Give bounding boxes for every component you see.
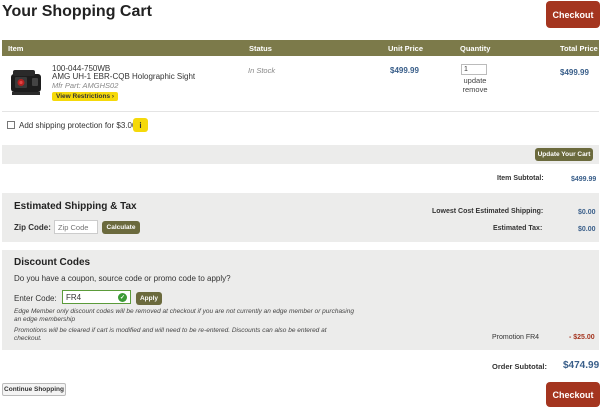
- estimated-tax-label: Estimated Tax:: [493, 225, 542, 232]
- item-subtotal-label: Item Subtotal:: [497, 175, 544, 182]
- update-cart-band: [2, 145, 599, 164]
- product-name-link[interactable]: AMG UH-1 EBR-CQB Holographic Sight: [52, 72, 195, 81]
- promotion-value: - $25.00: [569, 334, 595, 341]
- row-divider: [2, 111, 599, 112]
- cart-table-header: Item Status Unit Price Quantity Total Pr…: [2, 40, 599, 56]
- discount-prompt: Do you have a coupon, source code or pro…: [14, 274, 231, 283]
- estimated-tax-value: $0.00: [578, 226, 596, 233]
- order-subtotal-value: $474.99: [563, 360, 599, 371]
- update-cart-button[interactable]: Update Your Cart: [535, 148, 593, 161]
- header-item: Item: [8, 44, 23, 53]
- header-quantity: Quantity: [460, 44, 490, 53]
- lowest-shipping-value: $0.00: [578, 209, 596, 216]
- unit-price: $499.99: [390, 66, 419, 75]
- product-thumbnail[interactable]: [8, 64, 44, 100]
- shipping-title: Estimated Shipping & Tax: [14, 201, 137, 212]
- quantity-actions: update remove: [458, 76, 492, 94]
- checkout-button-bottom[interactable]: Checkout: [546, 382, 600, 407]
- zip-label: Zip Code:: [14, 223, 51, 232]
- edge-member-note: Edge Member only discount codes will be …: [14, 308, 354, 324]
- shipping-protection-checkbox[interactable]: [7, 121, 15, 129]
- checkout-button-top[interactable]: Checkout: [546, 1, 600, 28]
- update-link[interactable]: update: [458, 76, 492, 85]
- holographic-sight-image: [8, 64, 44, 100]
- line-total-price: $499.99: [560, 68, 589, 77]
- remove-link[interactable]: remove: [458, 85, 492, 94]
- order-subtotal-label: Order Subtotal:: [492, 362, 547, 371]
- header-unit-price: Unit Price: [388, 44, 423, 53]
- header-status: Status: [249, 44, 272, 53]
- continue-shopping-button[interactable]: Continue Shopping: [2, 383, 66, 396]
- enter-code-label: Enter Code:: [14, 294, 57, 303]
- view-restrictions-button[interactable]: View Restrictions ›: [52, 92, 118, 101]
- shipping-protection-label: Add shipping protection for $3.00: [19, 121, 136, 130]
- header-total-price: Total Price: [560, 44, 598, 53]
- checkmark-icon: ✓: [118, 293, 127, 302]
- quantity-input[interactable]: [461, 64, 487, 75]
- stock-status: In Stock: [248, 66, 275, 75]
- item-subtotal-value: $499.99: [571, 176, 596, 183]
- page-title: Your Shopping Cart: [2, 3, 152, 21]
- discount-title: Discount Codes: [14, 257, 90, 268]
- promotions-note: Promotions will be cleared if cart is mo…: [14, 327, 354, 343]
- apply-button[interactable]: Apply: [136, 292, 162, 305]
- lowest-shipping-label: Lowest Cost Estimated Shipping:: [432, 208, 543, 215]
- zip-code-input[interactable]: [54, 220, 98, 234]
- promotion-label: Promotion FR4: [492, 334, 539, 341]
- calculate-button[interactable]: Calculate: [102, 221, 140, 234]
- info-icon[interactable]: i: [133, 118, 148, 132]
- mfr-part: Mfr Part: AMGHS02: [52, 81, 118, 90]
